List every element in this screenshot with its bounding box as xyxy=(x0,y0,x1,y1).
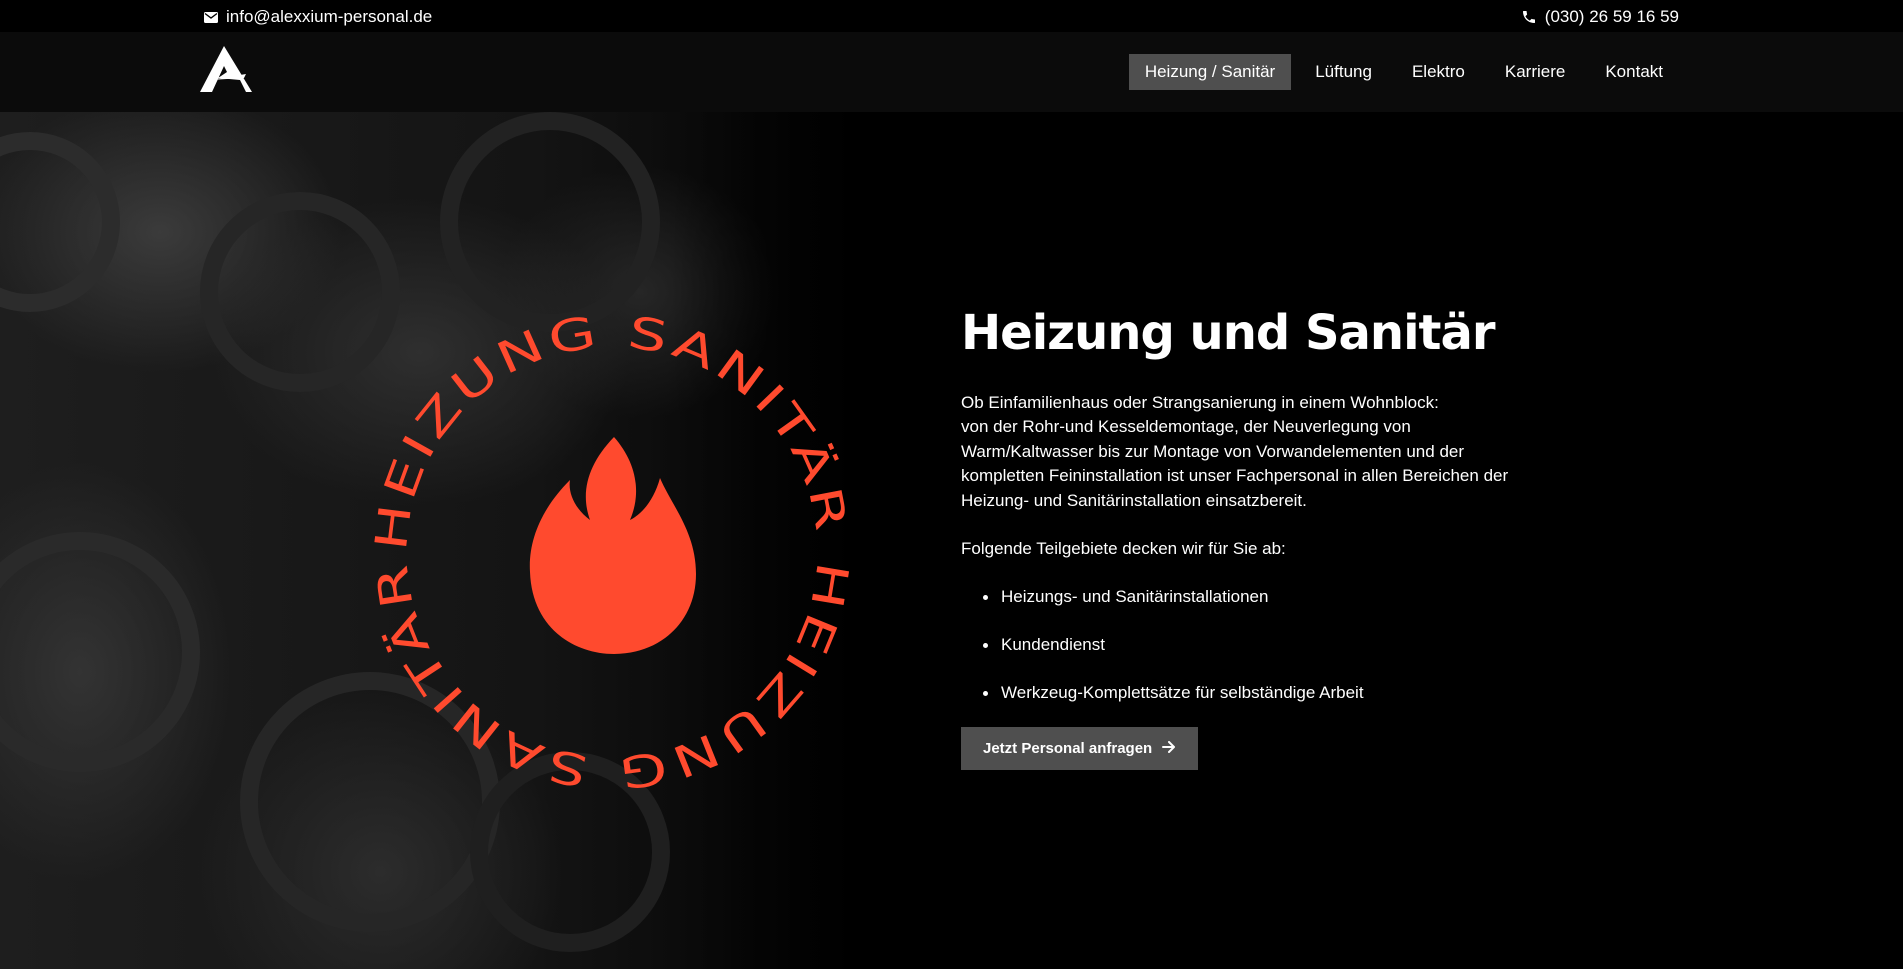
nav-item-heizung-sanitaer[interactable]: Heizung / Sanitär xyxy=(1128,54,1292,90)
phone-icon xyxy=(1521,9,1537,25)
intro-line-2: von der Rohr-und Kesseldemontage, der Ne… xyxy=(961,417,1509,510)
intro-paragraph: Ob Einfamilienhaus oder Strangsanierung … xyxy=(961,391,1541,513)
list-item: Heizungs- und Sanitärinstallationen xyxy=(961,585,1541,609)
list-item: Kundendienst xyxy=(961,633,1541,657)
nav-item-kontakt[interactable]: Kontakt xyxy=(1589,54,1679,90)
request-staff-button[interactable]: Jetzt Personal anfragen xyxy=(961,727,1199,771)
alexxium-logo[interactable] xyxy=(196,44,254,96)
list-item: Werkzeug-Komplettsätze für selbständige … xyxy=(961,681,1541,705)
email-link[interactable]: info@alexxium-personal.de xyxy=(204,7,432,27)
phone-link[interactable]: (030) 26 59 16 59 xyxy=(1521,7,1679,27)
nav-item-lueftung[interactable]: Lüftung xyxy=(1299,54,1388,90)
nav-item-elektro[interactable]: Elektro xyxy=(1396,54,1481,90)
envelope-icon xyxy=(204,11,218,23)
nav-menu: Heizung / Sanitär Lüftung Elektro Karrie… xyxy=(1128,54,1679,90)
nav-item-karriere[interactable]: Karriere xyxy=(1489,54,1581,90)
phone-text: (030) 26 59 16 59 xyxy=(1544,7,1679,26)
arrow-right-icon xyxy=(1162,740,1176,757)
services-subheading: Folgende Teilgebiete decken wir für Sie … xyxy=(961,539,1286,559)
intro-line-1: Ob Einfamilienhaus oder Strangsanierung … xyxy=(961,393,1439,412)
page-title: Heizung und Sanitär xyxy=(961,305,1496,361)
contact-bar: info@alexxium-personal.de (030) 26 59 16… xyxy=(0,0,1903,32)
heizung-sanitaer-badge: HEIZUNG SANITÄR HEIZUNG SANITÄR xyxy=(342,282,882,822)
flame-icon xyxy=(529,437,696,654)
services-list: Heizungs- und Sanitärinstallationen Kund… xyxy=(961,585,1541,705)
service-content: Heizung und Sanitär Ob Einfamilienhaus o… xyxy=(961,305,1541,771)
email-text: info@alexxium-personal.de xyxy=(226,7,433,26)
cta-label: Jetzt Personal anfragen xyxy=(983,740,1153,758)
main-navbar: Heizung / Sanitär Lüftung Elektro Karrie… xyxy=(0,32,1903,112)
